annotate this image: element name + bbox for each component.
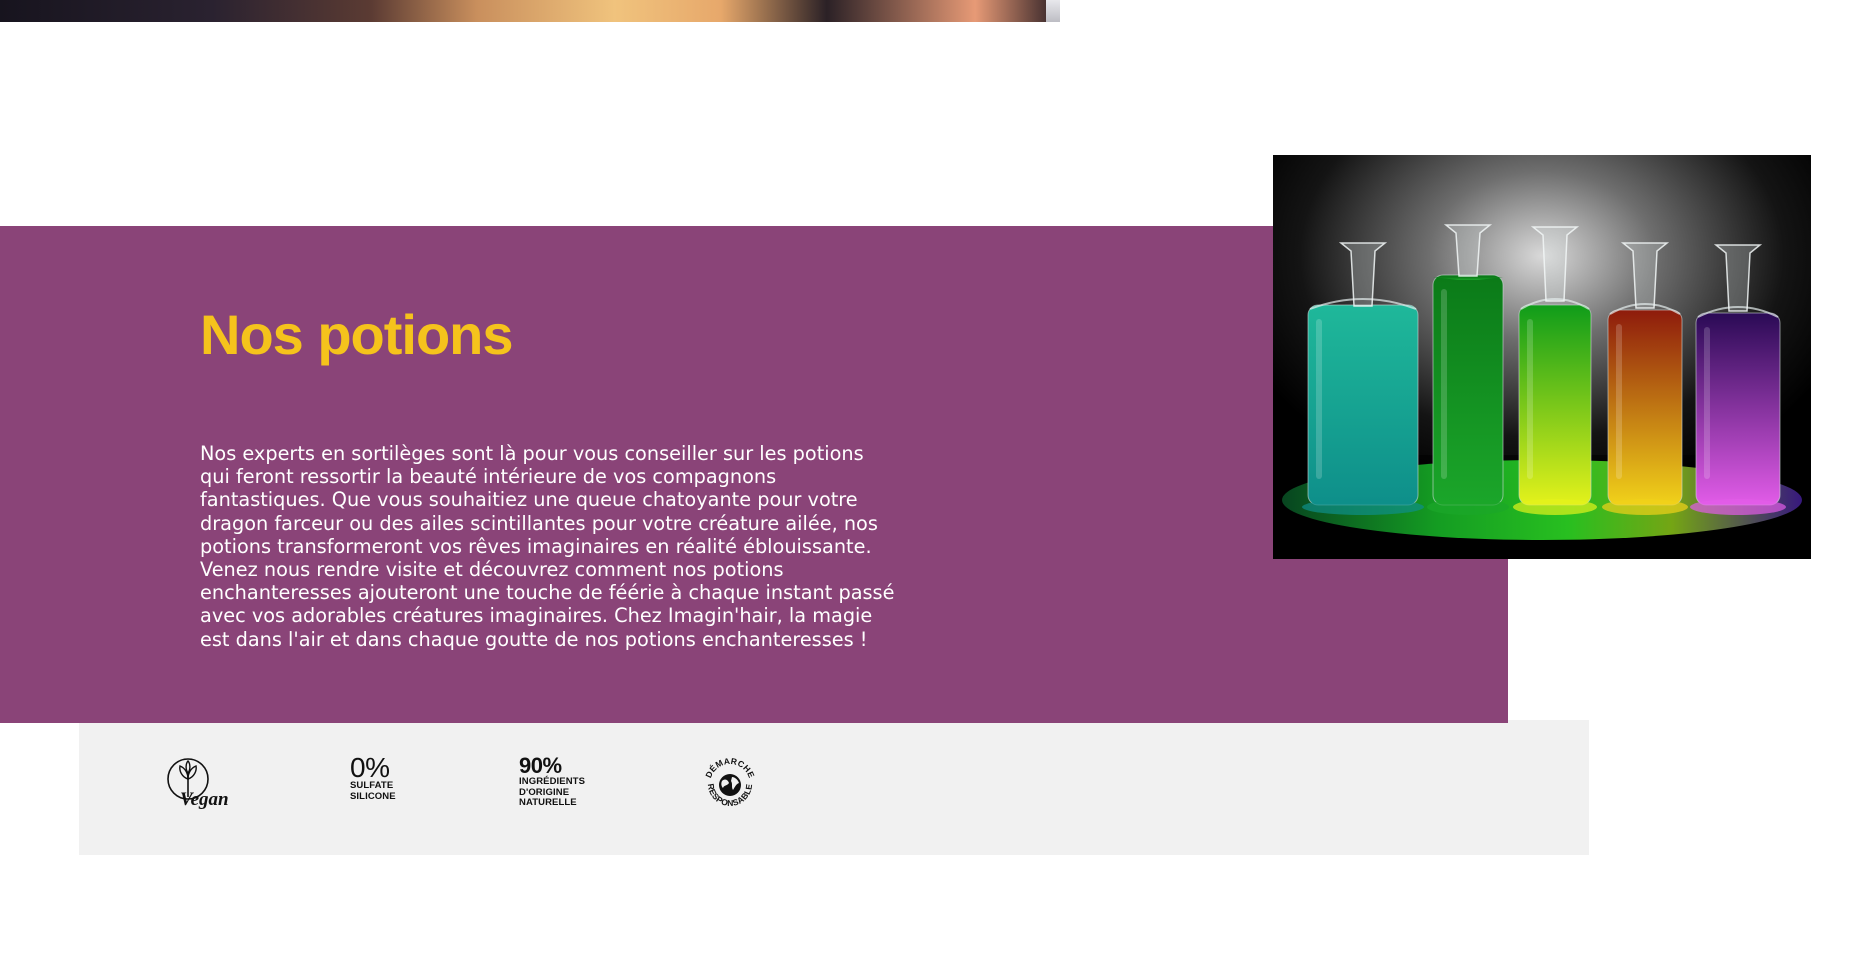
description-line: Venez nous rendre visite et découvrez co…: [200, 558, 784, 582]
description-line: est dans l'air et dans chaque goutte de …: [200, 627, 868, 651]
description-line: avec vos adorables créatures imaginaires…: [200, 604, 873, 628]
natural-ingredients-badge: 90% INGRÉDIENTS D'ORIGINE NATURELLE: [519, 755, 585, 809]
orange-potion-reflection: [1602, 499, 1688, 515]
description-line: dragon farceur ou des ailes scintillante…: [200, 511, 878, 535]
potion-bottles-image: [1273, 155, 1811, 559]
green-potion-reflection: [1427, 499, 1509, 515]
vegan-badge: Vegan: [166, 755, 236, 810]
ingredients-line-3: NATURELLE: [519, 797, 577, 808]
ingredients-percent: 90%: [519, 753, 562, 778]
green-potion-highlight: [1441, 289, 1447, 479]
description-line: qui feront ressortir la beauté intérieur…: [200, 465, 777, 489]
sulfate-line-2: SILICONE: [350, 790, 396, 802]
description-line: potions transformeront vos rêves imagina…: [200, 534, 872, 558]
vegan-flower-icon: Vegan: [167, 758, 229, 810]
description-line: fantastiques. Que vous souhaitiez une qu…: [200, 488, 858, 512]
lime-potion-reflection: [1513, 499, 1597, 515]
sulfate-free-badge: 0% SULFATE SILICONE: [350, 752, 396, 802]
sulfate-percent: 0%: [350, 752, 390, 783]
turquoise-potion-reflection: [1302, 499, 1424, 515]
globe-icon: DÉMARCHE RESPONSABLE: [703, 756, 756, 808]
scroll-edge: [1046, 0, 1060, 22]
top-banner-image: [0, 0, 1060, 22]
lime-potion-highlight: [1527, 319, 1533, 479]
description-line: Nos experts en sortilèges sont là pour v…: [200, 442, 864, 465]
vegan-label: Vegan: [180, 789, 229, 810]
potion-bottles-illustration: [1273, 155, 1811, 559]
turquoise-potion-highlight: [1316, 319, 1322, 479]
violet-potion-reflection: [1690, 499, 1786, 515]
orange-potion-highlight: [1616, 324, 1622, 479]
section-description: Nos experts en sortilèges sont là pour v…: [200, 442, 910, 651]
ingredients-line-1: INGRÉDIENTS: [519, 776, 586, 787]
sulfate-line-1: SULFATE: [350, 780, 394, 791]
violet-potion-highlight: [1704, 327, 1710, 479]
description-line: enchanteresses ajouteront une touche de …: [200, 581, 895, 605]
responsible-approach-badge: DÉMARCHE RESPONSABLE: [702, 756, 758, 812]
badges-band: [79, 720, 1589, 855]
section-title: Nos potions: [200, 303, 514, 366]
turquoise-potion-liquid: [1307, 304, 1419, 506]
